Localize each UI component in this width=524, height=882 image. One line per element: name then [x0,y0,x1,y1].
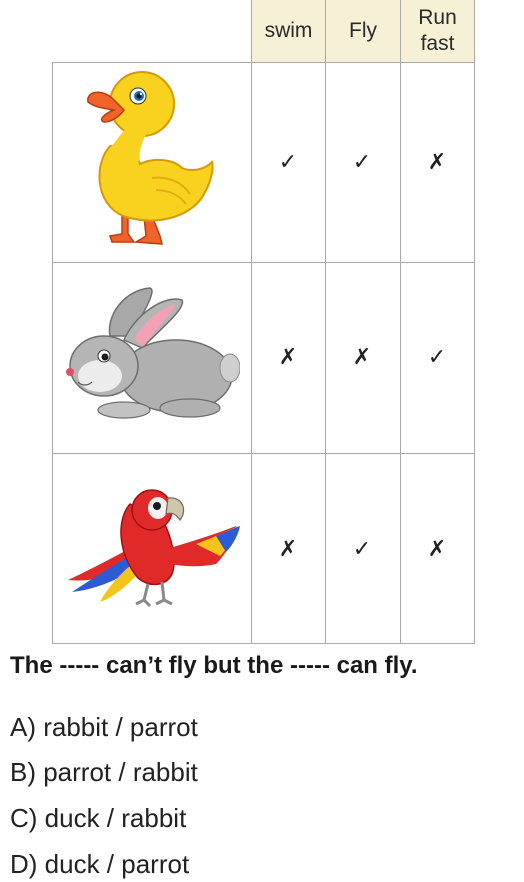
duck-run-mark: ✗ [427,150,447,175]
grid-line [52,62,53,644]
rabbit-swim-mark: ✗ [278,345,298,370]
option-a[interactable]: A) rabbit / parrot [10,712,198,743]
parrot-fly-mark: ✓ [352,537,372,562]
grid-line [52,643,474,644]
rabbit-image [66,287,240,419]
duck-swim-mark: ✓ [278,150,298,175]
header-fly: Fly [349,18,377,42]
rabbit-run-mark: ✓ [427,345,447,370]
parrot-image [68,489,240,608]
parrot-swim-mark: ✗ [278,537,298,562]
animal-abilities-table: swim Fly Run fast ✓ ✓ ✗ ✗ ✗ ✓ ✗ ✓ ✗ [0,0,524,645]
option-b[interactable]: B) parrot / rabbit [10,757,198,788]
option-c[interactable]: C) duck / rabbit [10,803,186,834]
duck-image [87,71,214,245]
parrot-run-mark: ✗ [427,537,447,562]
question-text: The ----- can’t fly but the ----- can fl… [10,652,418,679]
grid-line [474,0,475,644]
option-d[interactable]: D) duck / parrot [10,849,189,880]
header-swim: swim [264,18,313,42]
header-run-fast: Run fast [418,5,457,55]
grid-line [52,262,474,263]
grid-line [52,62,251,63]
duck-fly-mark: ✓ [352,150,372,175]
grid-line [251,62,474,63]
grid-line [52,453,474,454]
rabbit-fly-mark: ✗ [352,345,372,370]
